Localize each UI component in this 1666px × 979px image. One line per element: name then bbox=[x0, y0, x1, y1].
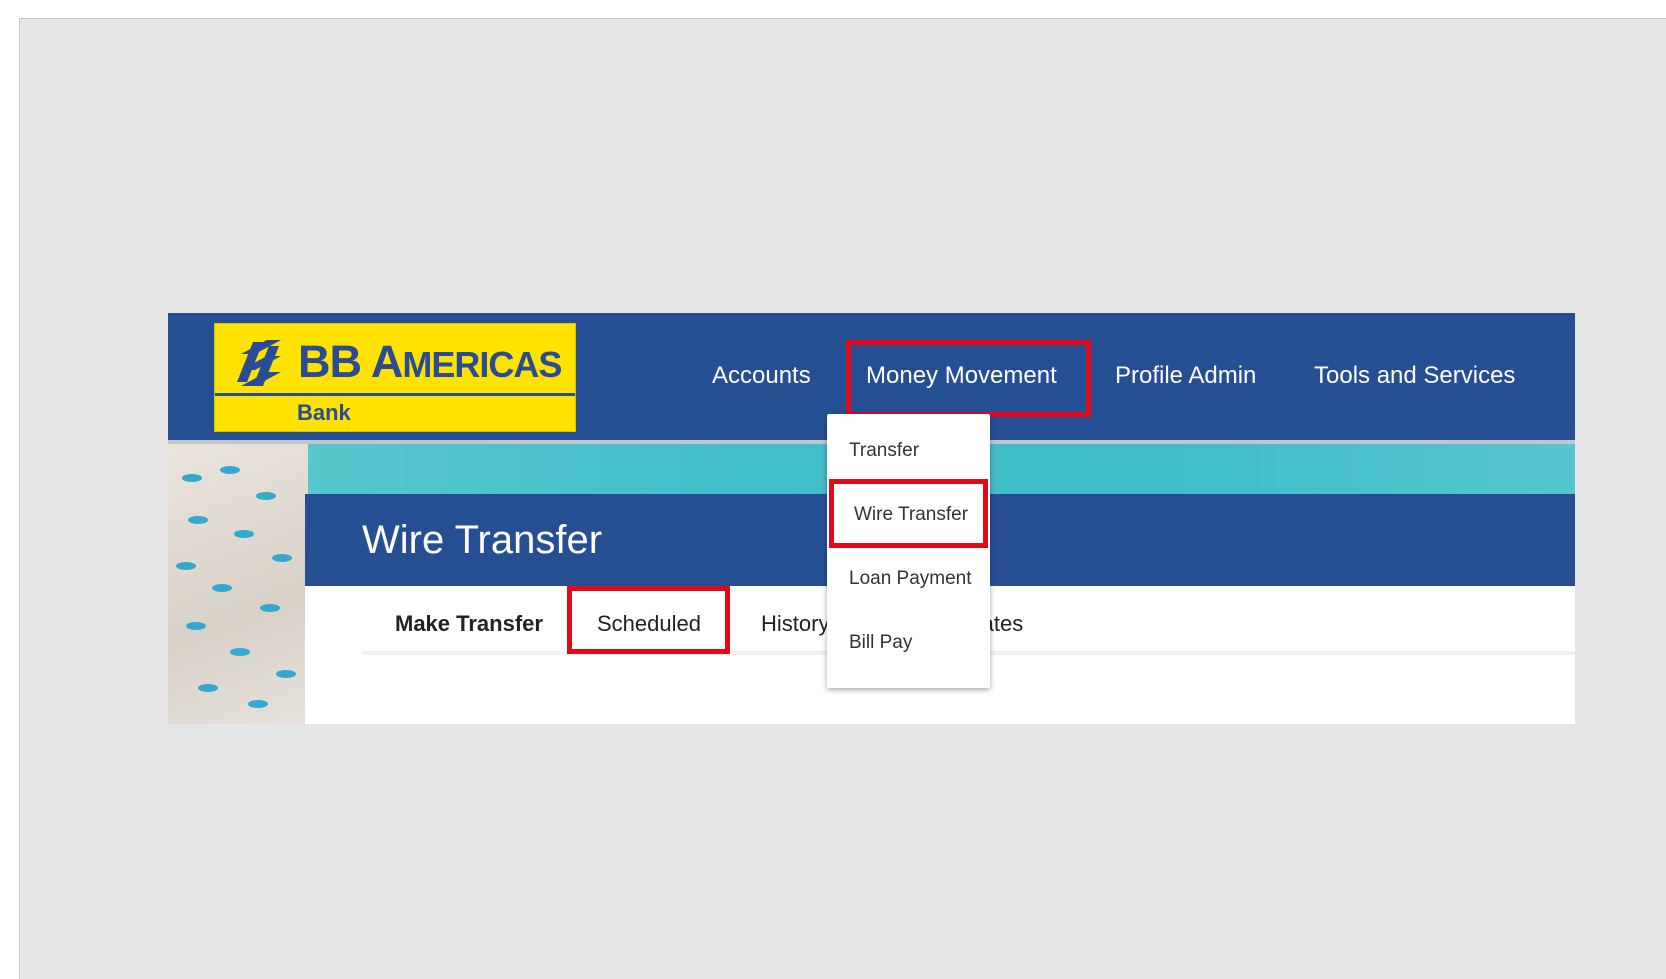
nav-tools-and-services[interactable]: Tools and Services bbox=[1314, 361, 1515, 391]
nav-money-movement[interactable]: Money Movement bbox=[866, 361, 1057, 391]
bb-americas-logo[interactable]: BB AMERICAS Bank bbox=[214, 323, 576, 432]
bb-logo-icon bbox=[237, 340, 281, 386]
hero-banner-beach bbox=[168, 444, 308, 724]
logo-divider bbox=[215, 393, 575, 396]
nav-profile-admin[interactable]: Profile Admin bbox=[1115, 361, 1256, 391]
menu-item-transfer[interactable]: Transfer bbox=[849, 439, 919, 463]
menu-item-wire-transfer[interactable]: Wire Transfer bbox=[854, 503, 968, 527]
logo-tagline: Bank bbox=[297, 400, 351, 425]
tab-make-transfer[interactable]: Make Transfer bbox=[395, 610, 543, 638]
document-frame: BB AMERICAS Bank Accounts Money Movement… bbox=[19, 18, 1666, 979]
nav-accounts[interactable]: Accounts bbox=[712, 361, 811, 391]
tab-scheduled[interactable]: Scheduled bbox=[597, 610, 701, 638]
menu-item-loan-payment[interactable]: Loan Payment bbox=[849, 567, 972, 591]
money-movement-dropdown: Transfer Wire Transfer Loan Payment Bill… bbox=[827, 414, 990, 688]
menu-item-bill-pay[interactable]: Bill Pay bbox=[849, 631, 912, 655]
page-title: Wire Transfer bbox=[362, 518, 603, 562]
bank-screenshot: BB AMERICAS Bank Accounts Money Movement… bbox=[168, 313, 1575, 724]
logo-wordmark: BB AMERICAS bbox=[298, 336, 562, 387]
tab-history[interactable]: History bbox=[761, 610, 829, 638]
